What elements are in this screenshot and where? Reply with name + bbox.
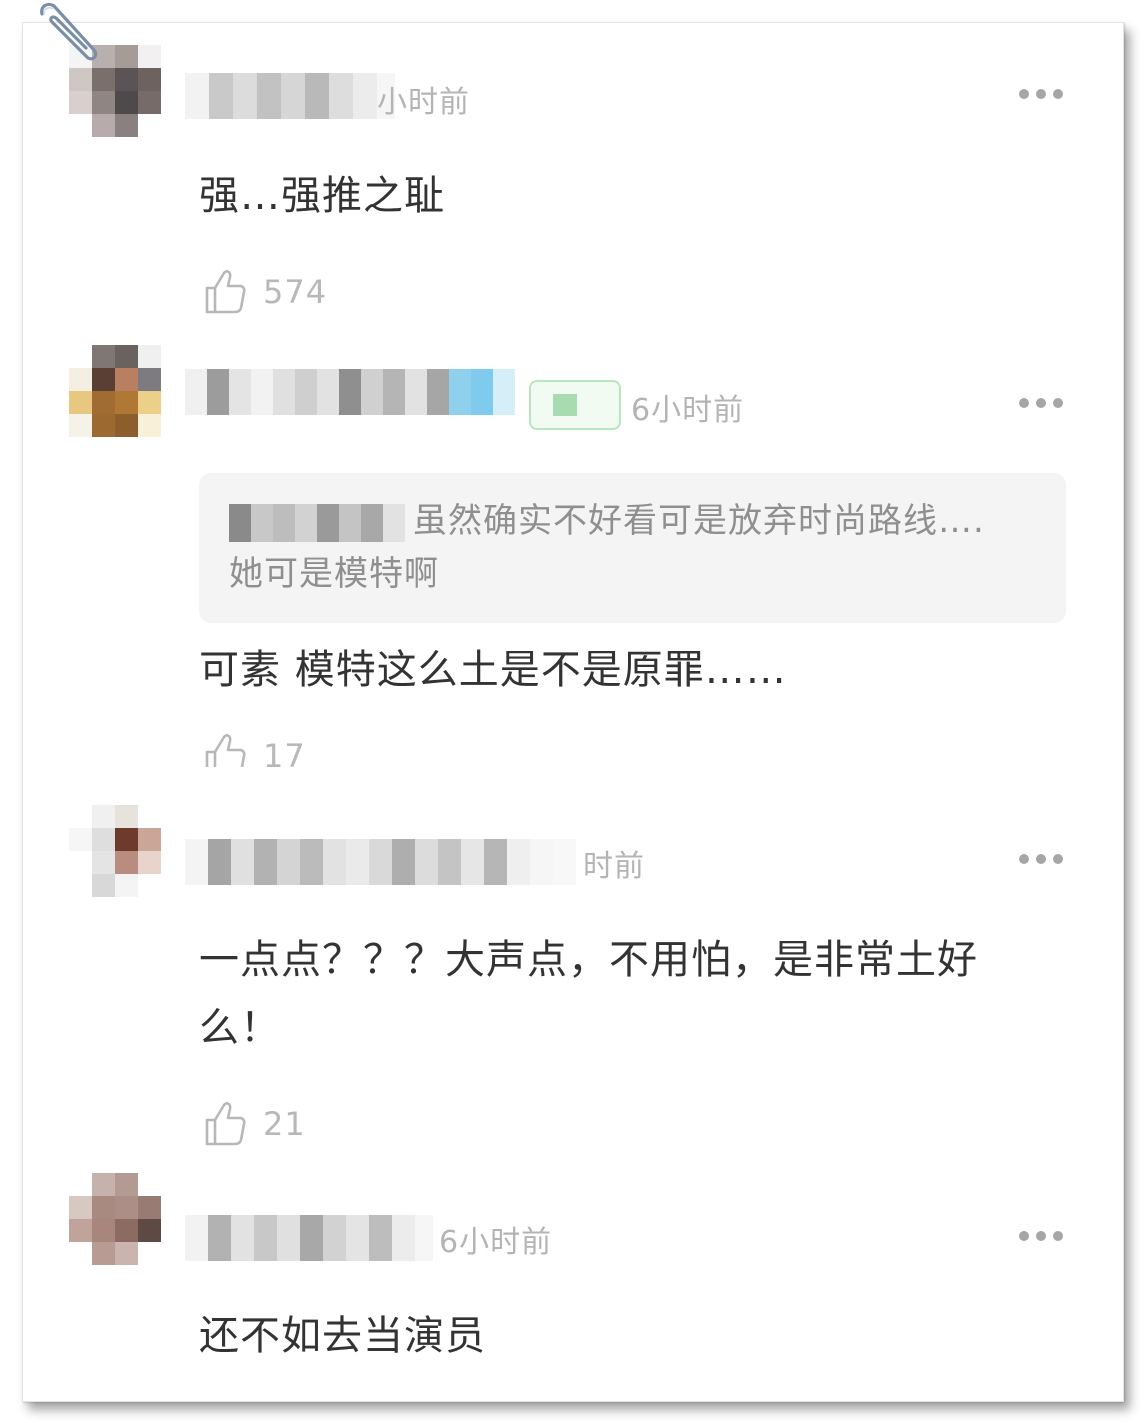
- timestamp: 时前: [583, 849, 645, 884]
- quote-text-block: 虽然确实不好看可是放弃时尚路线….她可是模特啊: [229, 495, 1019, 601]
- avatar[interactable]: [69, 345, 161, 437]
- thumbs-up-icon: [205, 270, 246, 314]
- like-button[interactable]: 574: [203, 267, 327, 317]
- avatar[interactable]: [69, 805, 161, 897]
- username-blurred[interactable]: [185, 73, 395, 119]
- username-blurred[interactable]: [185, 1215, 433, 1261]
- comment-text: 可素 模特这么土是不是原罪……: [199, 647, 787, 693]
- more-options-icon[interactable]: [1019, 852, 1063, 866]
- more-options-icon[interactable]: [1019, 87, 1063, 101]
- more-options-icon[interactable]: [1019, 396, 1063, 410]
- timestamp: 6小时前: [631, 393, 745, 428]
- like-button[interactable]: 21: [203, 1099, 306, 1149]
- comment-list: 小时前 强…强推之耻 574 6小时前 虽然确实不好看可是放弃时尚路线….她可是…: [22, 22, 1124, 1402]
- username-blurred[interactable]: [185, 839, 576, 885]
- quoted-reply[interactable]: 虽然确实不好看可是放弃时尚路线….她可是模特啊: [199, 473, 1066, 623]
- like-count: 21: [263, 1105, 306, 1143]
- comment-text: 强…强推之耻: [199, 173, 445, 219]
- username-blurred[interactable]: [185, 369, 515, 415]
- like-count: 574: [263, 273, 328, 311]
- avatar[interactable]: [69, 1173, 161, 1265]
- thumbs-up-icon: [205, 1102, 246, 1146]
- screenshot-seam: [23, 767, 1123, 807]
- timestamp: 6小时前: [439, 1225, 553, 1260]
- paperclip-icon: [40, 2, 98, 61]
- timestamp: 小时前: [377, 85, 470, 120]
- quoted-username-blurred: [229, 503, 405, 542]
- comment-text-line: 么！: [199, 1005, 281, 1051]
- level-badge: [529, 380, 621, 430]
- comment-text: 还不如去当演员: [199, 1313, 486, 1359]
- comment-text-line: 一点点？？？大声点，不用怕，是非常土好: [199, 937, 978, 983]
- more-options-icon[interactable]: [1019, 1229, 1063, 1243]
